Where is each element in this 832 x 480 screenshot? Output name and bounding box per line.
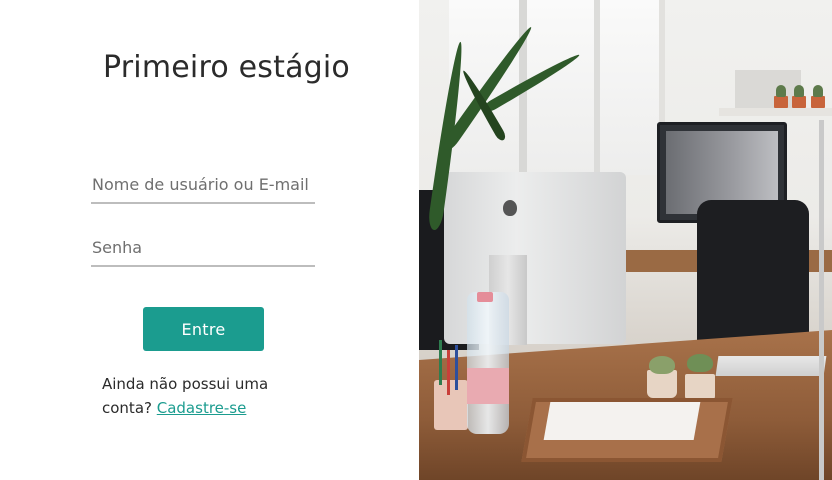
cactus-plant: [776, 85, 786, 97]
plant-pot: [792, 96, 806, 108]
plant-pot: [774, 96, 788, 108]
water-bottle: [467, 292, 509, 434]
laptop: [715, 356, 827, 376]
bottle-cap: [477, 292, 493, 302]
plant-pot: [811, 96, 825, 108]
hero-image: [419, 0, 832, 480]
pencil: [455, 345, 458, 390]
succulent-plant: [649, 356, 675, 374]
cactus-plant: [813, 85, 823, 97]
pen-cup: [434, 380, 468, 430]
login-panel: Primeiro estágio Entre Ainda não possui …: [0, 0, 419, 480]
shelf: [719, 108, 832, 116]
office-chair: [697, 200, 809, 350]
page-title: Primeiro estágio: [103, 50, 350, 85]
username-email-field[interactable]: [91, 170, 315, 204]
lamp-stand: [819, 120, 824, 480]
pencil: [447, 350, 450, 395]
paper-stack: [543, 402, 701, 440]
bottle-label: [467, 368, 509, 404]
pencil: [439, 340, 442, 385]
signup-prompt: Ainda não possui uma conta? Cadastre-se: [102, 372, 302, 420]
apple-logo-icon: [503, 200, 517, 216]
cactus-plant: [794, 85, 804, 97]
login-button[interactable]: Entre: [143, 307, 264, 351]
password-field[interactable]: [91, 233, 315, 267]
window-frame: [594, 0, 600, 175]
login-page: Primeiro estágio Entre Ainda não possui …: [0, 0, 832, 480]
cactus-plant: [687, 354, 713, 372]
plant-pot: [647, 370, 677, 398]
signup-link[interactable]: Cadastre-se: [157, 399, 247, 417]
